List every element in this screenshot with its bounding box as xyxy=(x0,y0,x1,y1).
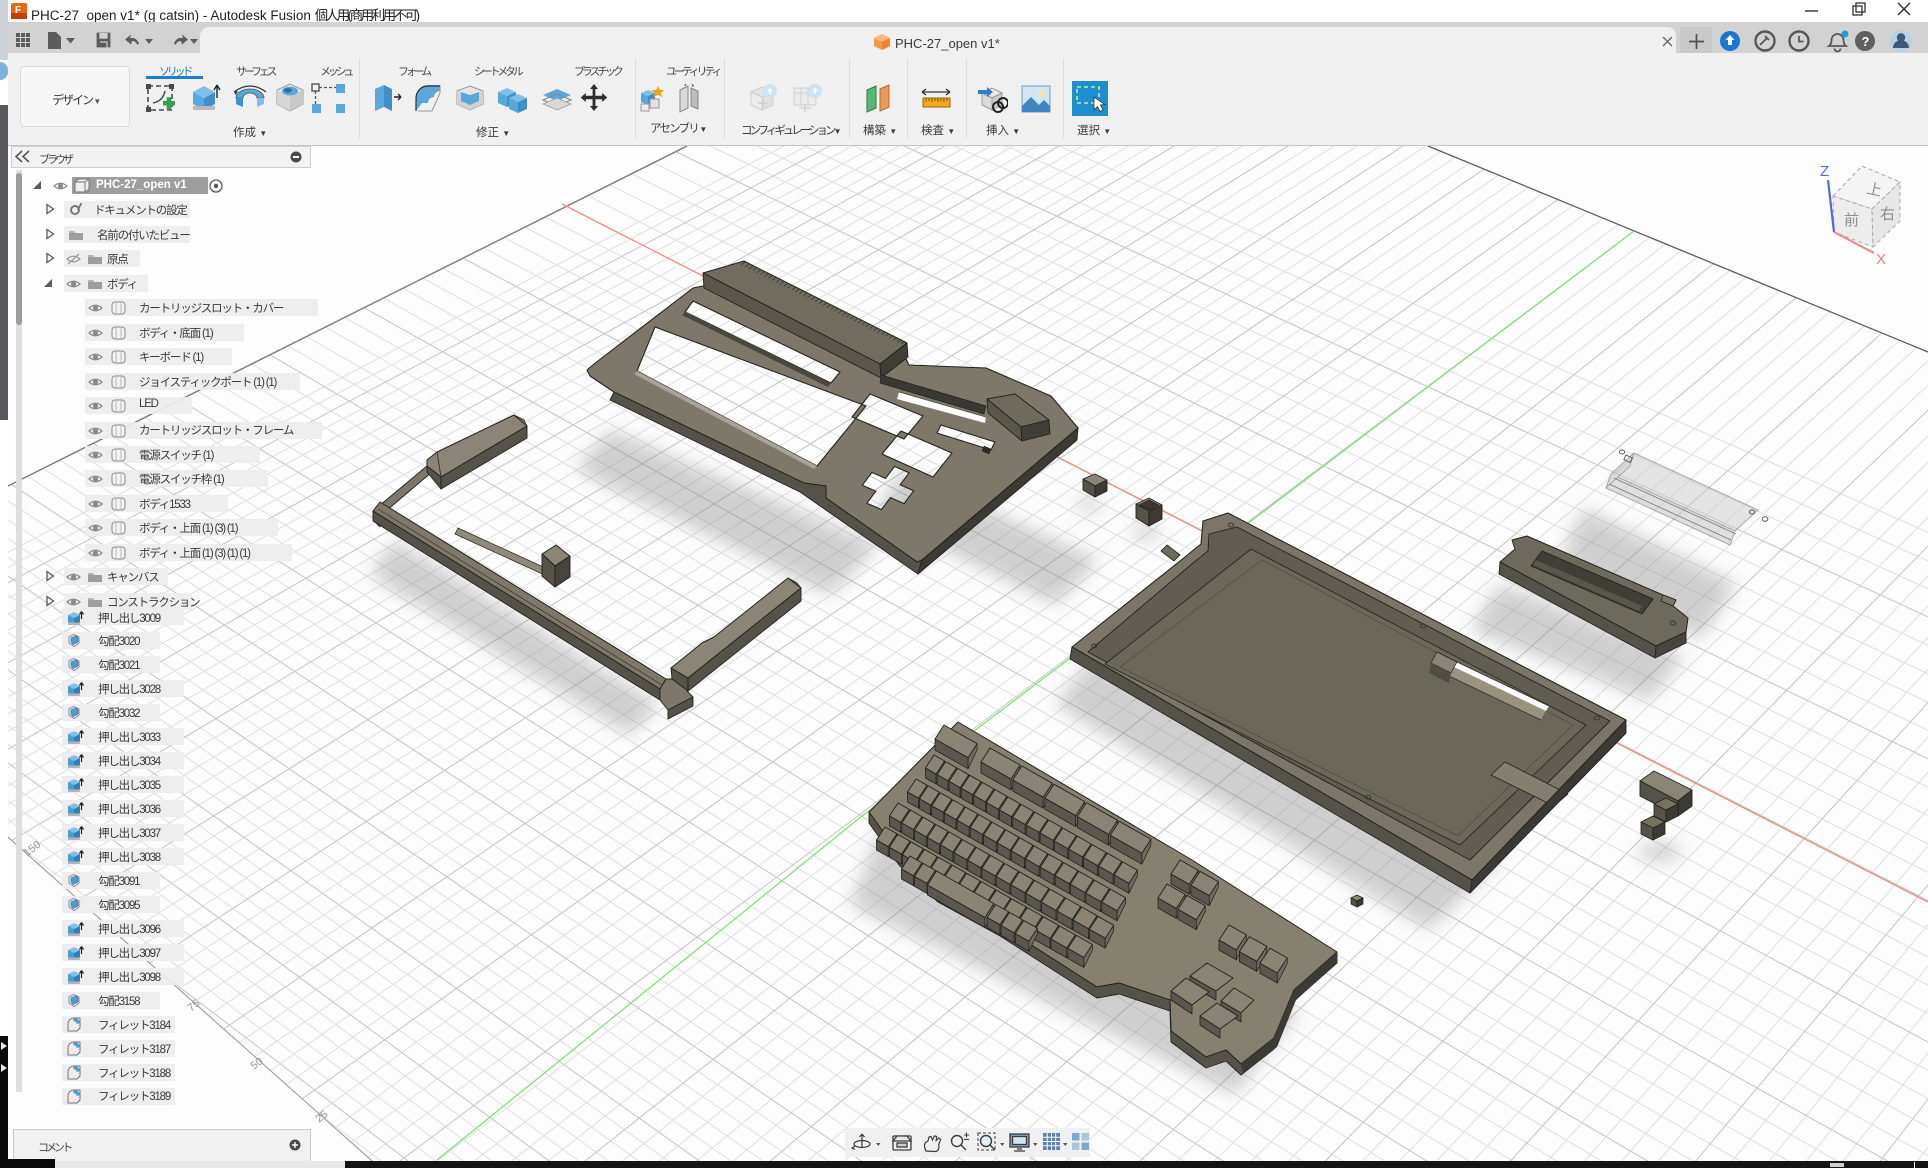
svg-text:?: ? xyxy=(1862,34,1870,49)
svg-text:F: F xyxy=(15,5,21,16)
svg-text:右: 右 xyxy=(1880,206,1895,223)
svg-text:前: 前 xyxy=(1844,212,1859,229)
svg-text:Z: Z xyxy=(1820,163,1829,180)
svg-text:X: X xyxy=(1876,251,1886,268)
